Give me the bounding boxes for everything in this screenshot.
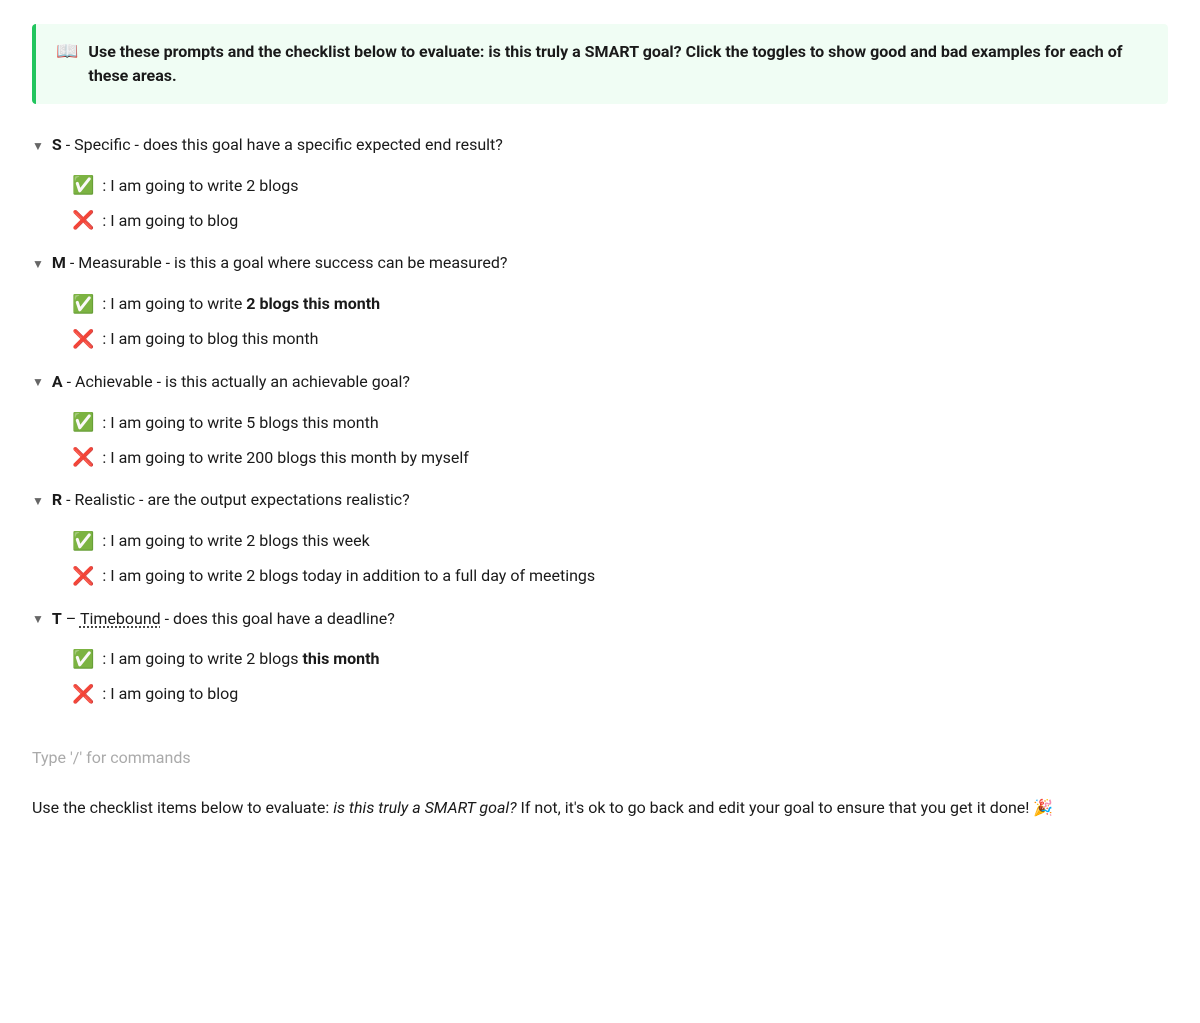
section-examples-A: ✅ : I am going to write 5 blogs this mon…	[72, 405, 1168, 475]
section-title-S: S - Specific - does this goal have a spe…	[52, 134, 503, 156]
example-text-bad-R: : I am going to write 2 blogs today in a…	[102, 564, 595, 588]
bad-icon-S: ❌	[72, 207, 94, 234]
command-input-placeholder[interactable]: Type '/' for commands	[32, 736, 1168, 779]
section-header-R[interactable]: ▼ R - Realistic - are the output expecta…	[32, 483, 1168, 517]
chevron-icon-R: ▼	[32, 494, 44, 508]
example-text-good-R: : I am going to write 2 blogs this week	[102, 529, 369, 553]
section-examples-M: ✅ : I am going to write 2 blogs this mon…	[72, 287, 1168, 357]
chevron-icon-A: ▼	[32, 375, 44, 389]
good-icon-S: ✅	[72, 172, 94, 199]
good-icon-R: ✅	[72, 528, 94, 555]
example-bad-R: ❌ : I am going to write 2 blogs today in…	[72, 559, 1168, 594]
bold-text-M: 2 blogs this month	[246, 294, 380, 313]
section-letter-R: R	[52, 490, 62, 509]
section-letter-M: M	[52, 253, 66, 272]
smart-section-S: ▼ S - Specific - does this goal have a s…	[32, 128, 1168, 238]
good-icon-T: ✅	[72, 646, 94, 673]
example-text-bad-M: : I am going to blog this month	[102, 327, 318, 351]
section-examples-R: ✅ : I am going to write 2 blogs this wee…	[72, 524, 1168, 594]
example-good-M: ✅ : I am going to write 2 blogs this mon…	[72, 287, 1168, 322]
section-title-A: A - Achievable - is this actually an ach…	[52, 371, 410, 393]
example-text-bad-T: : I am going to blog	[102, 682, 238, 706]
example-text-good-M: : I am going to write 2 blogs this month	[102, 292, 380, 316]
example-bad-A: ❌ : I am going to write 200 blogs this m…	[72, 440, 1168, 475]
smart-section-A: ▼ A - Achievable - is this actually an a…	[32, 365, 1168, 475]
smart-section-M: ▼ M - Measurable - is this a goal where …	[32, 246, 1168, 356]
section-title-R: R - Realistic - are the output expectati…	[52, 489, 410, 511]
callout-text: Use these prompts and the checklist belo…	[88, 40, 1148, 88]
section-letter-S: S	[52, 135, 62, 154]
example-bad-T: ❌ : I am going to blog	[72, 677, 1168, 712]
section-header-T[interactable]: ▼ T – Timebound - does this goal have a …	[32, 602, 1168, 636]
example-good-A: ✅ : I am going to write 5 blogs this mon…	[72, 405, 1168, 440]
section-examples-S: ✅ : I am going to write 2 blogs ❌ : I am…	[72, 168, 1168, 238]
smart-section-T: ▼ T – Timebound - does this goal have a …	[32, 602, 1168, 712]
section-header-A[interactable]: ▼ A - Achievable - is this actually an a…	[32, 365, 1168, 399]
section-letter-T: T	[52, 609, 62, 628]
example-text-good-S: : I am going to write 2 blogs	[102, 174, 298, 198]
bottom-text-italic: is this truly a SMART goal?	[333, 798, 516, 817]
example-good-R: ✅ : I am going to write 2 blogs this wee…	[72, 524, 1168, 559]
example-bad-S: ❌ : I am going to blog	[72, 203, 1168, 238]
section-title-M: M - Measurable - is this a goal where su…	[52, 252, 508, 274]
bold-text-T: this month	[302, 649, 379, 668]
smart-section-R: ▼ R - Realistic - are the output expecta…	[32, 483, 1168, 593]
callout-box: 📖 Use these prompts and the checklist be…	[32, 24, 1168, 104]
good-icon-M: ✅	[72, 291, 94, 318]
bad-icon-A: ❌	[72, 444, 94, 471]
example-text-bad-A: : I am going to write 200 blogs this mon…	[102, 446, 468, 470]
example-good-T: ✅ : I am going to write 2 blogs this mon…	[72, 642, 1168, 677]
bottom-text: Use the checklist items below to evaluat…	[32, 795, 1168, 821]
bad-icon-M: ❌	[72, 326, 94, 353]
callout-icon: 📖	[56, 41, 78, 62]
chevron-icon-T: ▼	[32, 612, 44, 626]
section-header-M[interactable]: ▼ M - Measurable - is this a goal where …	[32, 246, 1168, 280]
section-examples-T: ✅ : I am going to write 2 blogs this mon…	[72, 642, 1168, 712]
smart-sections: ▼ S - Specific - does this goal have a s…	[32, 128, 1168, 712]
example-text-good-A: : I am going to write 5 blogs this month	[102, 411, 378, 435]
section-title-T: T – Timebound - does this goal have a de…	[52, 608, 395, 630]
bad-icon-T: ❌	[72, 681, 94, 708]
example-good-S: ✅ : I am going to write 2 blogs	[72, 168, 1168, 203]
chevron-icon-M: ▼	[32, 257, 44, 271]
example-bad-M: ❌ : I am going to blog this month	[72, 322, 1168, 357]
chevron-icon-S: ▼	[32, 139, 44, 153]
section-letter-A: A	[52, 372, 63, 391]
bottom-text-after: If not, it's ok to go back and edit your…	[517, 798, 1054, 817]
good-icon-A: ✅	[72, 409, 94, 436]
example-text-good-T: : I am going to write 2 blogs this month	[102, 647, 379, 671]
bottom-text-before: Use the checklist items below to evaluat…	[32, 798, 333, 817]
section-header-S[interactable]: ▼ S - Specific - does this goal have a s…	[32, 128, 1168, 162]
bad-icon-R: ❌	[72, 563, 94, 590]
example-text-bad-S: : I am going to blog	[102, 209, 238, 233]
